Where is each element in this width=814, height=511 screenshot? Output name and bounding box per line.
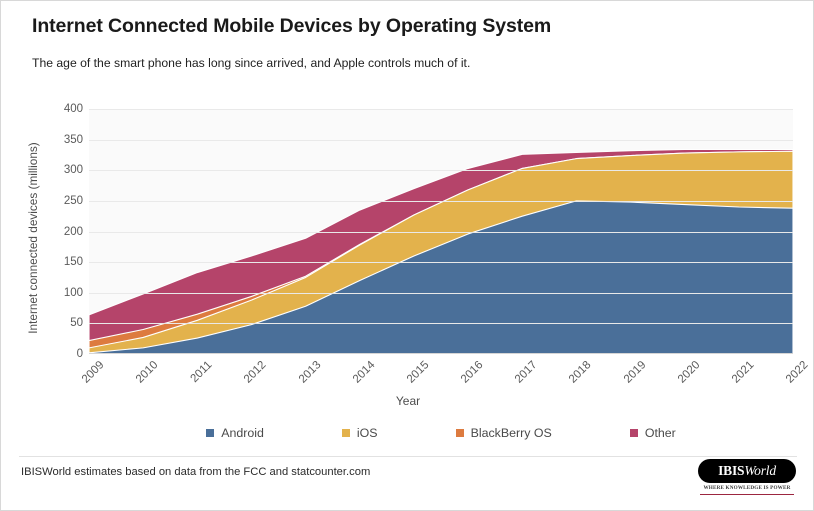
y-axis-tick-label: 150 (63, 256, 83, 269)
x-axis-title: Year (395, 394, 421, 408)
y-axis: Internet connected devices (millions) 0 5… (7, 1, 83, 510)
gridline (89, 200, 793, 202)
axis-baseline (89, 353, 793, 354)
y-axis-tick-label: 100 (63, 286, 83, 299)
logo-wordmark-italic: World (744, 463, 776, 478)
legend-item-ios[interactable]: iOS (341, 426, 378, 440)
gridline (89, 109, 793, 110)
plot-area (89, 109, 793, 354)
y-axis-tick-label: 50 (70, 317, 83, 330)
y-axis-tick-label: 300 (63, 164, 83, 177)
y-axis-tick-label: 350 (63, 133, 83, 146)
legend-item-label: iOS (356, 426, 378, 440)
legend-swatch-icon (455, 429, 464, 437)
y-axis-tick-label: 250 (63, 194, 83, 207)
footer-divider (19, 456, 797, 457)
chart-subtitle: The age of the smart phone has long sinc… (32, 56, 471, 70)
gridline (89, 231, 793, 233)
legend-item-label: Other (644, 426, 676, 440)
logo-tagline: Where knowledge is power (703, 485, 791, 491)
y-axis-title: Internet connected devices (millions) (26, 142, 40, 334)
gridline (89, 323, 793, 325)
source-note: IBISWorld estimates based on data from t… (21, 466, 371, 478)
gridline (89, 262, 793, 264)
legend-item-android[interactable]: Android (206, 426, 264, 440)
y-axis-tick-label: 400 (63, 103, 83, 115)
chart-legend: Android iOS BlackBerry OS Other (89, 426, 793, 440)
gridline (89, 139, 793, 141)
legend-swatch-icon (206, 429, 215, 437)
legend-item-other[interactable]: Other (629, 426, 676, 440)
logo-wordmark: IBISWorld (718, 463, 776, 479)
page-title: Internet Connected Mobile Devices by Ope… (32, 15, 552, 37)
gridline (89, 292, 793, 294)
legend-item-blackberry-os[interactable]: BlackBerry OS (455, 426, 552, 440)
legend-item-label: Android (221, 426, 264, 440)
logo-pill: IBISWorld (698, 459, 796, 483)
y-axis-tick-label: 200 (63, 225, 83, 238)
legend-swatch-icon (341, 429, 350, 437)
logo-underline (700, 494, 794, 495)
legend-swatch-icon (629, 429, 638, 437)
chart-card: Internet Connected Mobile Devices by Ope… (0, 0, 814, 511)
ibisworld-logo: IBISWorld Where knowledge is power (698, 459, 796, 497)
logo-wordmark-bold: IBIS (718, 463, 745, 478)
y-axis-tick-label: 0 (76, 348, 83, 360)
gridline (89, 170, 793, 172)
legend-item-label: BlackBerry OS (470, 426, 552, 440)
